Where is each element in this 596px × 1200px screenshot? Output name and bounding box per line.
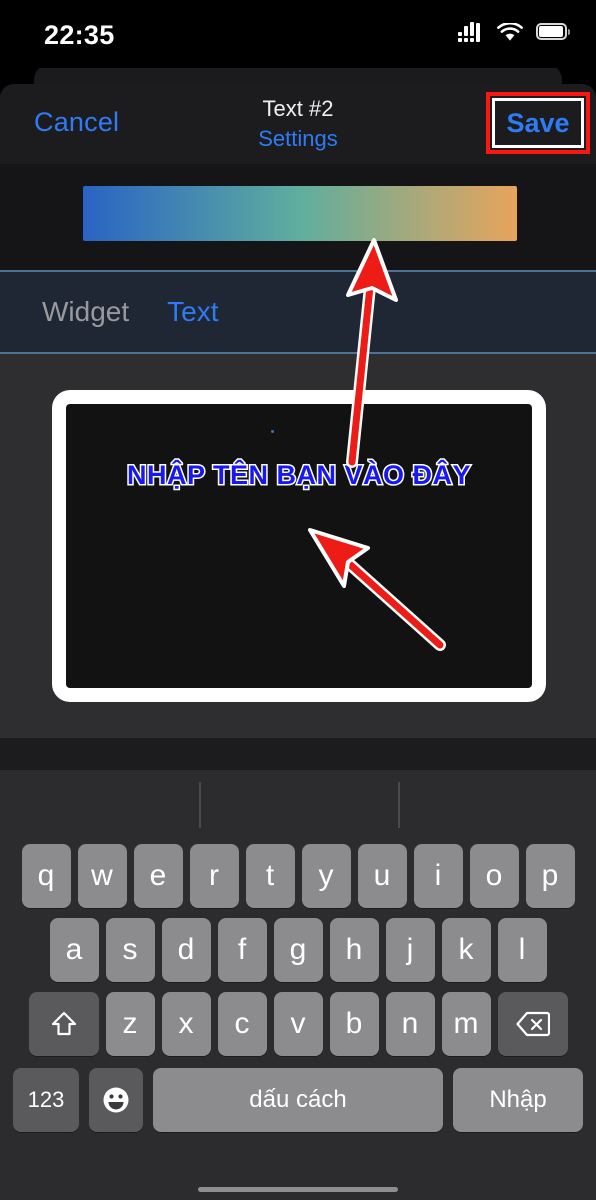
key-a[interactable]: a xyxy=(49,918,99,982)
key-x[interactable]: x xyxy=(161,992,211,1056)
key-p[interactable]: p xyxy=(525,844,575,908)
key-o[interactable]: o xyxy=(469,844,519,908)
sheet-navbar: Cancel Text #2 Settings Save xyxy=(0,84,596,164)
key-v[interactable]: v xyxy=(273,992,323,1056)
shift-key[interactable] xyxy=(28,992,99,1056)
key-y[interactable]: y xyxy=(301,844,351,908)
battery-icon xyxy=(536,23,570,41)
key-r[interactable]: r xyxy=(189,844,239,908)
tab-text[interactable]: Text xyxy=(167,296,218,328)
save-button[interactable]: Save xyxy=(506,108,569,139)
key-n[interactable]: n xyxy=(385,992,435,1056)
wifi-icon xyxy=(497,22,523,42)
key-f[interactable]: f xyxy=(217,918,267,982)
key-q[interactable]: q xyxy=(21,844,71,908)
keyboard-row-4: 123 dấu cách Nhập xyxy=(0,1068,596,1132)
keyboard-row-2: a s d f g h j k l xyxy=(0,918,596,982)
key-e[interactable]: e xyxy=(133,844,183,908)
widget-canvas: NHẬP TÊN BẠN VÀO ĐÂY xyxy=(0,354,596,738)
key-j[interactable]: j xyxy=(385,918,435,982)
segment-tab-bar: Widget Text xyxy=(0,270,596,354)
gradient-color-bar[interactable] xyxy=(83,186,517,241)
settings-sheet: Cancel Text #2 Settings Save Widget Text xyxy=(0,84,596,1200)
emoji-smiley-icon xyxy=(101,1085,131,1115)
key-c[interactable]: c xyxy=(217,992,267,1056)
tab-widget[interactable]: Widget xyxy=(42,296,129,328)
gradient-preview-area xyxy=(0,164,596,270)
emoji-key[interactable] xyxy=(89,1068,143,1132)
key-t[interactable]: t xyxy=(245,844,295,908)
prediction-divider xyxy=(398,782,400,828)
backspace-key[interactable] xyxy=(497,992,568,1056)
widget-preview-text[interactable]: NHẬP TÊN BẠN VÀO ĐÂY xyxy=(66,459,532,492)
key-m[interactable]: m xyxy=(441,992,491,1056)
key-w[interactable]: w xyxy=(77,844,127,908)
widget-preview-frame[interactable]: NHẬP TÊN BẠN VÀO ĐÂY xyxy=(52,390,546,702)
home-indicator xyxy=(198,1187,398,1192)
shift-arrow-icon xyxy=(49,1009,79,1039)
status-bar: 22:35 xyxy=(0,0,596,68)
status-time: 22:35 xyxy=(44,20,115,50)
prediction-divider xyxy=(199,782,201,828)
key-g[interactable]: g xyxy=(273,918,323,982)
backspace-icon xyxy=(515,1011,550,1037)
key-h[interactable]: h xyxy=(329,918,379,982)
prediction-bar[interactable] xyxy=(0,770,596,842)
key-z[interactable]: z xyxy=(105,992,155,1056)
widget-preview-screen[interactable]: NHẬP TÊN BẠN VÀO ĐÂY xyxy=(66,404,532,688)
key-u[interactable]: u xyxy=(357,844,407,908)
keyboard-row-3: z x c v b n m xyxy=(0,992,596,1056)
space-key[interactable]: dấu cách xyxy=(153,1068,443,1132)
key-l[interactable]: l xyxy=(497,918,547,982)
save-button-highlight: Save xyxy=(486,92,590,154)
enter-key[interactable]: Nhập xyxy=(453,1068,583,1132)
key-k[interactable]: k xyxy=(441,918,491,982)
status-icons xyxy=(458,22,570,42)
cellular-signal-icon xyxy=(458,22,484,42)
key-s[interactable]: s xyxy=(105,918,155,982)
phone-screen: 22:35 Cancel Text #2 Settings Save Widge… xyxy=(0,0,596,1200)
key-d[interactable]: d xyxy=(161,918,211,982)
numbers-key[interactable]: 123 xyxy=(13,1068,79,1132)
key-b[interactable]: b xyxy=(329,992,379,1056)
cursor-dot xyxy=(271,430,274,433)
key-i[interactable]: i xyxy=(413,844,463,908)
keyboard-row-1: q w e r t y u i o p xyxy=(0,844,596,908)
virtual-keyboard: q w e r t y u i o p a s d f g h j k l z … xyxy=(0,770,596,1200)
